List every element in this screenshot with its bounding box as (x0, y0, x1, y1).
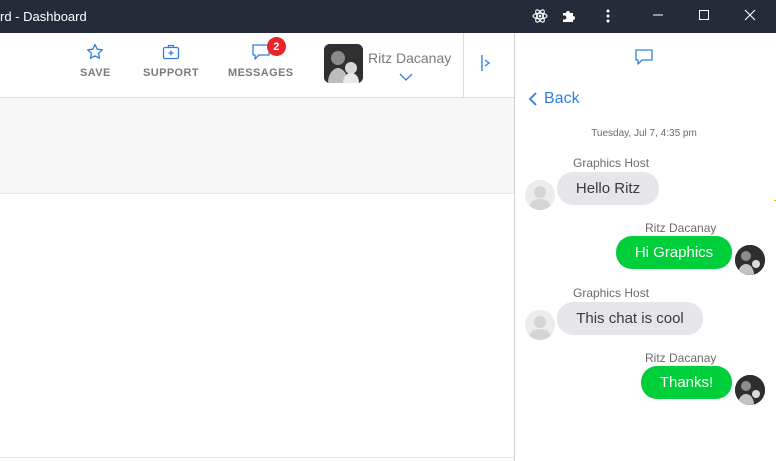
window-titlebar: rd - Dashboard (0, 0, 776, 33)
message-bubble: Hello Ritz (557, 172, 659, 205)
dashboard-main: SAVE SUPPORT 2 MESSAGES Ritz Dacanay (0, 33, 514, 461)
app-body: SAVE SUPPORT 2 MESSAGES Ritz Dacanay Bac… (0, 33, 776, 461)
user-name[interactable]: Ritz Dacanay (368, 50, 451, 66)
minimize-icon (653, 14, 663, 16)
minimize-button[interactable] (646, 4, 670, 26)
back-button[interactable]: Back (528, 90, 580, 108)
default-avatar-icon (525, 310, 555, 340)
chat-panel: Back Tuesday, Jul 7, 4:35 pm Graphics Ho… (514, 33, 776, 461)
user-avatar-small (735, 245, 765, 275)
chat-date: Tuesday, Jul 7, 4:35 pm (591, 128, 697, 139)
top-navigation: SAVE SUPPORT 2 MESSAGES Ritz Dacanay (0, 33, 514, 98)
user-avatar-small (735, 375, 765, 405)
react-icon[interactable] (530, 6, 550, 26)
close-button[interactable] (738, 4, 762, 26)
kebab-menu-icon[interactable] (598, 6, 618, 26)
maximize-button[interactable] (692, 4, 716, 26)
default-avatar-icon (525, 180, 555, 210)
message-sender: Ritz Dacanay (645, 351, 717, 365)
messages-button[interactable]: 2 MESSAGES (228, 37, 294, 79)
content-divider (0, 457, 514, 458)
first-aid-kit-icon (162, 44, 180, 60)
messages-label: MESSAGES (228, 67, 294, 79)
support-label: SUPPORT (143, 67, 199, 79)
chevron-down-icon[interactable] (398, 69, 414, 87)
message-sender: Ritz Dacanay (645, 221, 717, 235)
message-bubble: Thanks! (641, 366, 732, 399)
content-header (0, 98, 514, 194)
message-sender: Graphics Host (573, 286, 650, 300)
message-bubble: Hi Graphics (616, 236, 732, 269)
back-label: Back (544, 90, 580, 107)
close-icon (744, 9, 756, 21)
chat-icon (634, 48, 654, 71)
collapse-panel-icon[interactable] (480, 53, 492, 78)
puzzle-icon[interactable] (558, 6, 578, 26)
messages-badge: 2 (266, 37, 286, 56)
nav-divider (463, 33, 464, 98)
message-bubble: This chat is cool (557, 302, 703, 335)
maximize-icon (699, 10, 709, 20)
user-avatar[interactable] (324, 44, 363, 83)
message-sender: Graphics Host (573, 156, 650, 170)
save-button[interactable]: SAVE (80, 43, 111, 79)
star-icon (87, 43, 104, 59)
window-title: rd - Dashboard (0, 9, 87, 24)
save-label: SAVE (80, 67, 111, 79)
chevron-left-icon (528, 92, 537, 106)
support-button[interactable]: SUPPORT (143, 43, 199, 79)
